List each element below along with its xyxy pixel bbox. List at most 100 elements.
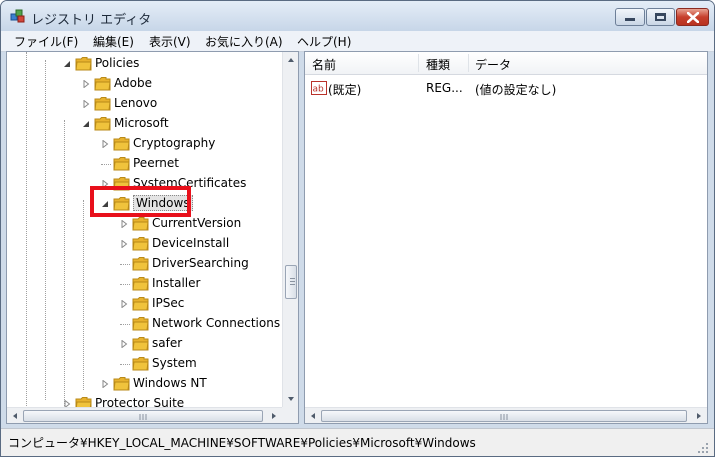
tree-node-deviceinstall[interactable]: DeviceInstall (7, 234, 282, 254)
tree-node-protector-suite[interactable]: Protector Suite (7, 394, 282, 407)
collapsed-arrow-icon[interactable] (101, 140, 109, 148)
tree-node-installer[interactable]: Installer (7, 274, 282, 294)
chevron-right-icon (272, 413, 276, 419)
folder-icon (132, 357, 149, 371)
value-type: REG... (426, 81, 463, 95)
collapsed-arrow-icon[interactable] (120, 240, 128, 248)
tree-node-label: Cryptography (133, 136, 216, 150)
status-path: コンピュータ¥HKEY_LOCAL_MACHINE¥SOFTWARE¥Polic… (8, 436, 476, 450)
tree-node-label: safer (152, 336, 183, 350)
tree-node-label: Windows NT (133, 376, 207, 390)
tree-node-label: DriverSearching (152, 256, 249, 270)
menu-help[interactable]: ヘルプ(H) (297, 33, 351, 50)
list-scroll-left-button[interactable] (305, 408, 321, 423)
tree-scroll-right-button[interactable] (266, 408, 282, 423)
minimize-button[interactable] (615, 8, 645, 26)
list-horizontal-scrollbar[interactable] (305, 407, 707, 423)
tree-scroll-left-button[interactable] (7, 408, 23, 423)
title-bar[interactable]: レジストリ エディタ (1, 1, 714, 31)
folder-icon (132, 237, 149, 251)
value-name: (既定) (328, 83, 362, 97)
tree-node-driversearching[interactable]: DriverSearching (7, 254, 282, 274)
collapsed-arrow-icon[interactable] (120, 220, 128, 228)
column-data[interactable]: データ (475, 56, 511, 73)
tree-node-label: System (152, 356, 197, 370)
menu-edit[interactable]: 編集(E) (93, 33, 134, 50)
folder-icon (75, 397, 92, 407)
chevron-right-icon (697, 413, 701, 419)
tree-node-microsoft[interactable]: Microsoft (7, 114, 282, 134)
collapsed-arrow-icon[interactable] (63, 400, 71, 407)
list-horizontal-thumb[interactable] (321, 410, 687, 422)
tree-node-safer[interactable]: safer (7, 334, 282, 354)
tree-node-label: Network Connections (152, 316, 281, 330)
chevron-up-icon (288, 58, 294, 62)
collapsed-arrow-icon[interactable] (82, 100, 90, 108)
value-list-pane[interactable]: 名前 種類 データ ab (既定) REG... (値の設定なし) (304, 51, 708, 424)
list-scroll-right-button[interactable] (691, 408, 707, 423)
menu-favorites[interactable]: お気に入り(A) (205, 33, 283, 50)
tree-node-adobe[interactable]: Adobe (7, 74, 282, 94)
close-button[interactable] (676, 8, 709, 26)
highlight-annotation (90, 186, 191, 217)
collapsed-arrow-icon[interactable] (82, 80, 90, 88)
tree-node-label: Adobe (114, 76, 152, 90)
tree-horizontal-scrollbar[interactable] (7, 407, 282, 423)
collapsed-arrow-icon[interactable] (120, 300, 128, 308)
tree-node-label: Protector Suite (95, 396, 185, 407)
tree-node-ipsec[interactable]: IPSec (7, 294, 282, 314)
tree-node-label: DeviceInstall (152, 236, 230, 250)
tree-node-windows-nt[interactable]: Windows NT (7, 374, 282, 394)
column-type[interactable]: 種類 (426, 56, 450, 73)
folder-icon (132, 217, 149, 231)
menu-bar: ファイル(F) 編集(E) 表示(V) お気に入り(A) ヘルプ(H) (1, 31, 714, 52)
tree-node-network-connections[interactable]: Network Connections (7, 314, 282, 334)
string-value-icon: ab (311, 81, 327, 95)
tree-horizontal-thumb[interactable] (23, 410, 263, 422)
column-name[interactable]: 名前 (312, 56, 336, 73)
expanded-arrow-icon[interactable] (63, 60, 71, 68)
folder-icon (132, 337, 149, 351)
tree-node-label: Peernet (133, 156, 179, 170)
status-bar: コンピュータ¥HKEY_LOCAL_MACHINE¥SOFTWARE¥Polic… (1, 428, 714, 456)
chevron-left-icon (311, 413, 315, 419)
tree-node-label: Microsoft (114, 116, 169, 130)
svg-text:ab: ab (313, 85, 325, 95)
tree-node-peernet[interactable]: Peernet (7, 154, 282, 174)
collapsed-arrow-icon[interactable] (101, 380, 109, 388)
tree-node-label: IPSec (152, 296, 185, 310)
tree-vertical-thumb[interactable] (285, 265, 297, 299)
tree-node-policies[interactable]: Policies (7, 54, 282, 74)
maximize-icon (655, 13, 666, 21)
menu-file[interactable]: ファイル(F) (14, 33, 78, 50)
tree-node-label: CurrentVersion (152, 216, 242, 230)
folder-icon (94, 77, 111, 91)
tree-vertical-scrollbar[interactable] (282, 52, 298, 407)
folder-icon (132, 317, 149, 331)
tree-scroll-down-button[interactable] (283, 391, 298, 407)
scroll-corner (282, 407, 298, 423)
key-tree-pane[interactable]: Policies Adobe Lenovo Microsoft Cryptography… (6, 51, 299, 424)
expanded-arrow-icon[interactable] (82, 120, 90, 128)
close-icon (687, 12, 699, 23)
window-title: レジストリ エディタ (31, 13, 152, 28)
folder-icon (113, 377, 130, 391)
tree-node-system[interactable]: System (7, 354, 282, 374)
folder-icon (113, 137, 130, 151)
key-tree: Policies Adobe Lenovo Microsoft Cryptography… (7, 52, 282, 407)
folder-icon (132, 297, 149, 311)
tree-node-lenovo[interactable]: Lenovo (7, 94, 282, 114)
collapsed-arrow-icon[interactable] (120, 340, 128, 348)
menu-view[interactable]: 表示(V) (149, 33, 191, 50)
value-data: (値の設定なし) (475, 83, 557, 97)
maximize-button[interactable] (646, 8, 675, 26)
tree-scroll-up-button[interactable] (283, 52, 298, 68)
tree-node-cryptography[interactable]: Cryptography (7, 134, 282, 154)
regedit-icon (10, 9, 25, 23)
tree-node-label: Installer (152, 276, 201, 290)
resize-grip-icon[interactable] (696, 441, 710, 455)
tree-node-label: Lenovo (114, 96, 158, 110)
tree-node-currentversion[interactable]: CurrentVersion (7, 214, 282, 234)
chevron-left-icon (13, 413, 17, 419)
minimize-icon (625, 18, 635, 21)
